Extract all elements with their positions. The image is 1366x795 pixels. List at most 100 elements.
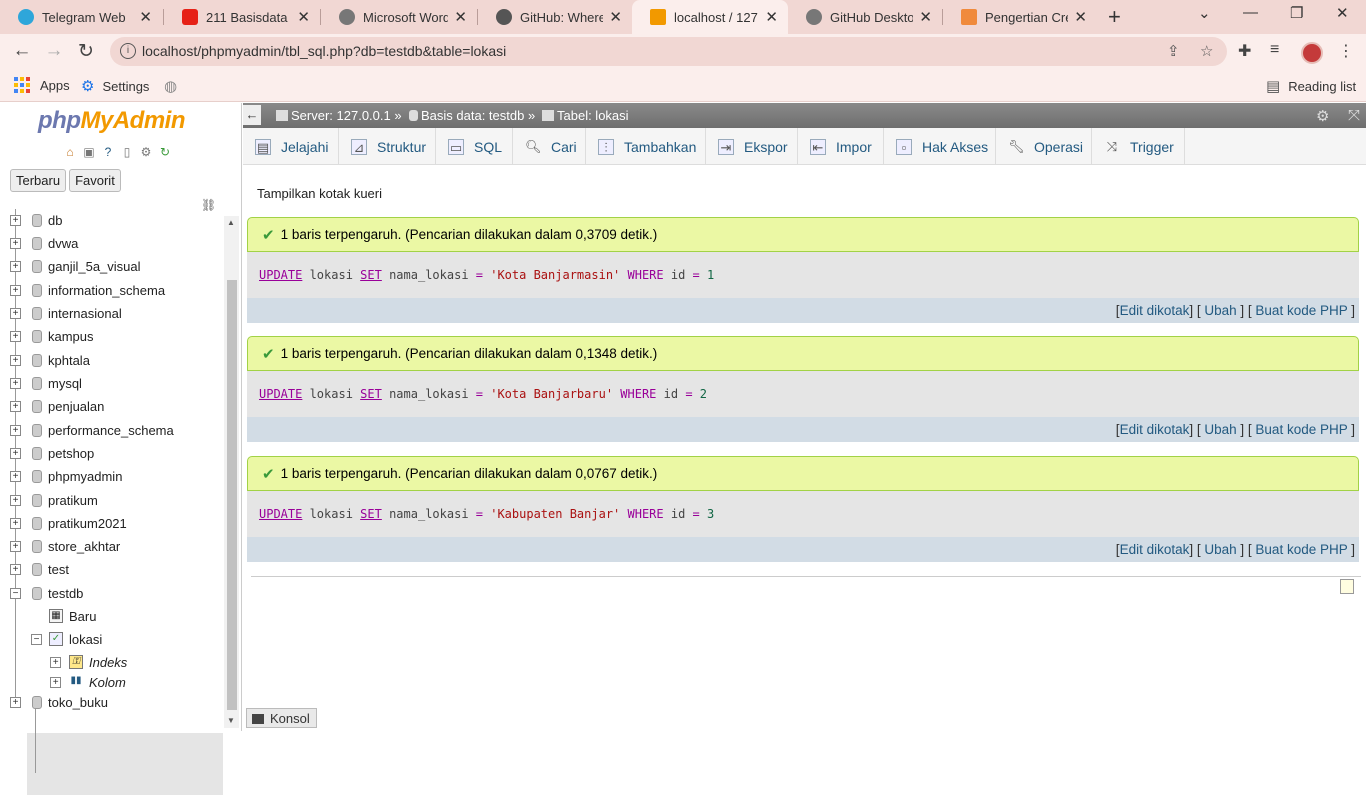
edit-link[interactable]: Ubah (1204, 542, 1236, 557)
sql-query[interactable]: UPDATE lokasi SET nama_lokasi = 'Kota Ba… (247, 252, 1359, 298)
close-icon[interactable]: ✕ (297, 8, 310, 26)
menu-icon[interactable]: ⋮ (1338, 41, 1354, 61)
sql-keyword[interactable]: SET (360, 507, 382, 521)
database-name[interactable]: kphtala (48, 353, 90, 368)
database-name[interactable]: performance_schema (48, 423, 174, 438)
refresh-icon[interactable]: ↻ (157, 145, 173, 160)
share-icon[interactable]: ⇪ (1167, 42, 1180, 60)
minimize-icon[interactable]: — (1243, 4, 1258, 21)
console-toggle[interactable]: Konsol (246, 708, 317, 728)
expand-icon[interactable]: + (10, 214, 21, 226)
breadcrumb-database[interactable]: Basis data: testdb » (409, 108, 535, 123)
tab-import[interactable]: ⇤ Impor (798, 128, 884, 165)
scroll-up-icon[interactable]: ▲ (227, 218, 235, 227)
reload-icon[interactable]: ↻ (74, 40, 98, 63)
browser-tab-active[interactable]: localhost / 127.0. ✕ (632, 0, 788, 34)
tab-search-icon[interactable]: ⌄ (1198, 4, 1211, 22)
reading-list-button[interactable]: ▤ Reading list (1266, 77, 1356, 95)
sql-keyword[interactable]: UPDATE (259, 387, 302, 401)
sql-query[interactable]: UPDATE lokasi SET nama_lokasi = 'Kabupat… (247, 491, 1359, 537)
help-icon[interactable]: ? (100, 145, 116, 160)
docs-icon[interactable]: ▯ (119, 145, 135, 160)
tab-operations[interactable]: 🔧︎ Operasi (996, 128, 1092, 165)
database-name[interactable]: dvwa (48, 236, 78, 251)
link-with-main-panel-icon[interactable]: ⛓ (201, 198, 216, 212)
expand-icon[interactable]: + (10, 447, 21, 459)
database-name[interactable]: test (48, 562, 69, 577)
database-name[interactable]: phpmyadmin (48, 469, 122, 484)
sql-query[interactable]: UPDATE lokasi SET nama_lokasi = 'Kota Ba… (247, 371, 1359, 417)
sql-keyword[interactable]: SET (360, 387, 382, 401)
database-name[interactable]: db (48, 213, 62, 228)
database-name[interactable]: internasional (48, 306, 122, 321)
window-close-icon[interactable]: ✕ (1336, 4, 1349, 22)
browser-tab[interactable]: Pengertian Creat ✕ (943, 0, 1097, 34)
browser-tab[interactable]: Microsoft Word - ✕ (321, 0, 477, 34)
expand-icon[interactable]: + (10, 470, 21, 482)
expand-icon[interactable]: + (10, 400, 21, 412)
database-name[interactable]: toko_buku (48, 695, 108, 710)
browser-tab[interactable]: Telegram Web ✕ (0, 0, 162, 34)
phpmyadmin-logo[interactable]: phpMyAdmin (38, 107, 185, 135)
extensions-icon[interactable]: ✚ (1238, 41, 1251, 61)
edit-inline-link[interactable]: Edit dikotak (1120, 542, 1190, 557)
scrollbar-thumb[interactable] (227, 280, 237, 710)
database-name[interactable]: information_schema (48, 283, 165, 298)
forward-icon[interactable]: → (42, 40, 66, 62)
browser-tab[interactable]: GitHub Desktop | ✕ (788, 0, 942, 34)
expand-icon[interactable]: + (50, 676, 61, 688)
media-control-icon[interactable]: ≡ (1270, 41, 1279, 59)
new-table-label[interactable]: Baru (69, 609, 96, 624)
edit-link[interactable]: Ubah (1204, 303, 1236, 318)
expand-icon[interactable]: + (10, 424, 21, 436)
tab-insert[interactable]: ⫶ Tambahkan (586, 128, 706, 165)
edit-link[interactable]: Ubah (1204, 422, 1236, 437)
database-name[interactable]: petshop (48, 446, 94, 461)
expand-icon[interactable]: + (10, 330, 21, 342)
breadcrumb-server[interactable]: Server: 127.0.0.1 » (276, 108, 402, 123)
indexes-label[interactable]: Indeks (89, 655, 127, 670)
collapse-icon[interactable]: − (10, 587, 21, 599)
bookmark-query-icon[interactable] (1340, 579, 1354, 594)
sql-keyword[interactable]: UPDATE (259, 268, 302, 282)
database-name[interactable]: penjualan (48, 399, 104, 414)
tab-browse[interactable]: ▤ Jelajahi (243, 128, 339, 165)
database-name[interactable]: testdb (48, 586, 83, 601)
expand-icon[interactable]: + (10, 696, 21, 708)
close-icon[interactable]: ✕ (1074, 8, 1087, 26)
info-icon[interactable]: i (120, 43, 136, 59)
recent-tables-button[interactable]: Terbaru (10, 169, 67, 192)
close-icon[interactable]: ✕ (919, 8, 932, 26)
create-php-code-link[interactable]: Buat kode PHP (1255, 422, 1347, 437)
bookmark-star-icon[interactable]: ☆ (1200, 42, 1213, 60)
database-name[interactable]: ganjil_5a_visual (48, 259, 141, 274)
close-icon[interactable]: ✕ (139, 8, 152, 26)
edit-inline-link[interactable]: Edit dikotak (1120, 422, 1190, 437)
database-name[interactable]: kampus (48, 329, 94, 344)
tab-structure[interactable]: ⊿ Struktur (339, 128, 436, 165)
tab-sql[interactable]: ▭ SQL (436, 128, 513, 165)
table-name[interactable]: lokasi (69, 632, 102, 647)
avatar[interactable] (1301, 42, 1323, 64)
show-query-box-link[interactable]: Tampilkan kotak kueri (257, 186, 382, 201)
new-tab-button[interactable]: + (1108, 4, 1121, 30)
columns-label[interactable]: Kolom (89, 675, 126, 690)
database-name[interactable]: mysql (48, 376, 82, 391)
expand-icon[interactable]: + (10, 517, 21, 529)
create-php-code-link[interactable]: Buat kode PHP (1255, 542, 1347, 557)
edit-inline-link[interactable]: Edit dikotak (1120, 303, 1190, 318)
expand-icon[interactable]: + (50, 656, 61, 668)
expand-icon[interactable]: + (10, 494, 21, 506)
expand-icon[interactable]: + (10, 540, 21, 552)
expand-icon[interactable]: + (10, 260, 21, 272)
settings-bookmark[interactable]: ⚙ Settings (81, 77, 149, 95)
collapse-icon[interactable]: − (31, 633, 42, 645)
navigation-scrollbar[interactable]: ▲ ▼ (224, 216, 239, 728)
expand-icon[interactable]: + (10, 377, 21, 389)
expand-icon[interactable]: + (10, 563, 21, 575)
sql-keyword[interactable]: UPDATE (259, 507, 302, 521)
database-name[interactable]: pratikum (48, 493, 98, 508)
browser-tab[interactable]: 211 Basisdata E # ✕ (164, 0, 320, 34)
close-icon[interactable]: ✕ (454, 8, 467, 26)
globe-bookmark[interactable]: ◍ (164, 77, 185, 95)
